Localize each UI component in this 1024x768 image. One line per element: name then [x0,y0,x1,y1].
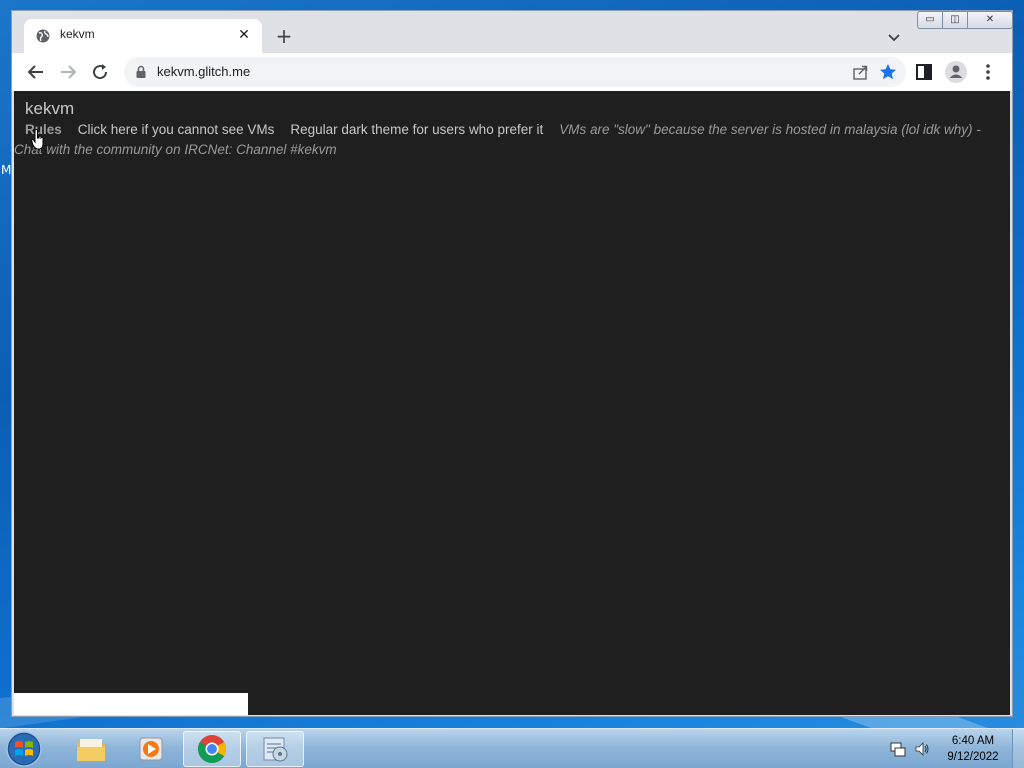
close-tab-icon[interactable]: ✕ [234,25,254,45]
taskbar-clock[interactable]: 6:40 AM 9/12/2022 [940,733,1006,765]
tab-title: kekvm [60,27,95,41]
reload-icon[interactable] [88,60,112,84]
media-player-icon [139,737,163,761]
dark-theme-link[interactable]: Regular dark theme for users who prefer … [290,122,543,137]
close-window-button[interactable]: ✕ [967,11,1013,29]
menu-dots-icon[interactable] [976,60,1000,84]
lock-icon[interactable] [134,65,148,79]
maximize-icon: ◫ [950,14,960,25]
desktop-icon-label: M [1,163,12,177]
url-text[interactable]: kekvm.glitch.me [157,64,250,79]
page-viewport: kekvm Rules Click here if you cannot see … [14,91,1010,715]
network-icon[interactable] [890,741,906,757]
forward-arrow-icon[interactable] [56,60,80,84]
bottom-overlay-strip [14,693,248,715]
minimize-icon: ▭ [925,14,935,25]
clock-time: 6:40 AM [951,735,995,747]
start-orb-icon[interactable] [4,730,44,768]
browser-window: kekvm ✕ + ▭ ◫ ✕ kekvm.glitch.me kekvm Ru… [11,10,1013,717]
chevron-down-icon[interactable] [884,27,904,47]
back-arrow-icon[interactable] [24,60,48,84]
share-icon[interactable] [852,63,870,81]
taskbar-chrome-button[interactable] [183,731,241,767]
site-nav: Rules Click here if you cannot see VMs Reg… [14,120,999,160]
taskbar-notepad-button[interactable] [246,731,304,767]
chrome-icon [198,735,226,763]
profile-avatar-icon[interactable] [944,60,968,84]
close-icon: ✕ [985,14,995,25]
globe-icon [36,29,50,43]
volume-icon[interactable] [914,741,930,757]
taskbar: 6:40 AM 9/12/2022 [0,728,1024,768]
maximize-button[interactable]: ◫ [942,11,968,29]
clock-date: 9/12/2022 [947,751,999,763]
tab-strip: kekvm ✕ + ▭ ◫ ✕ [12,11,1013,53]
taskbar-explorer-button[interactable] [62,731,120,767]
side-panel-icon[interactable] [912,60,936,84]
bookmark-star-icon[interactable] [878,62,898,82]
new-tab-button[interactable]: + [272,25,296,49]
tab-kekvm[interactable]: kekvm ✕ [24,19,262,53]
minimize-button[interactable]: ▭ [917,11,943,29]
hand-cursor-icon [31,129,44,150]
address-bar[interactable]: kekvm.glitch.me [124,57,906,87]
browser-toolbar: kekvm.glitch.me [12,53,1012,92]
show-desktop-button[interactable] [1012,729,1024,768]
notepad-icon [263,737,288,762]
cant-see-vms-link[interactable]: Click here if you cannot see VMs [78,122,275,137]
site-title: kekvm [25,99,75,118]
folder-icon [77,739,105,761]
taskbar-media-player-button[interactable] [122,731,180,767]
